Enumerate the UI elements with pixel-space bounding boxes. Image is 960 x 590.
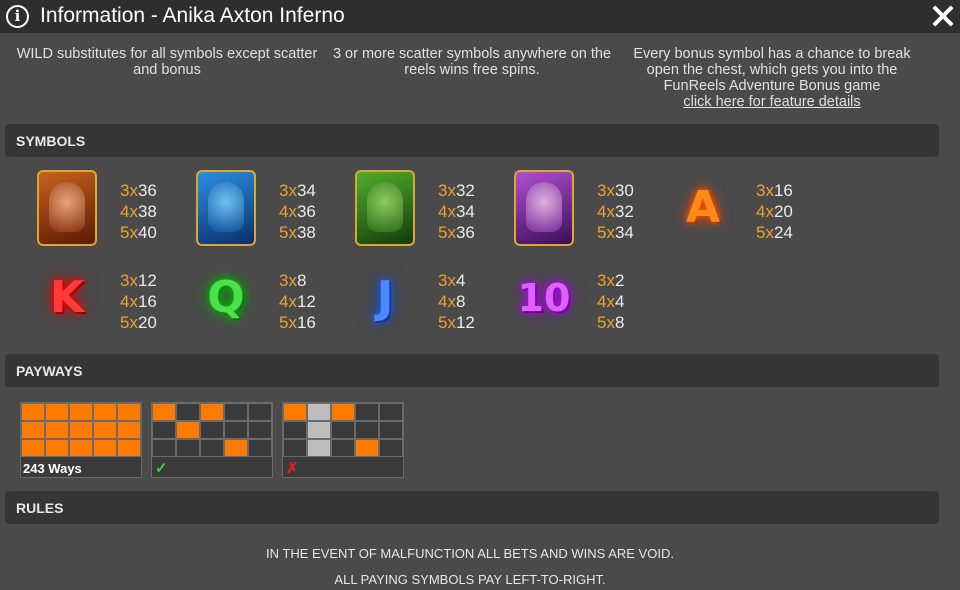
rule-left-to-right: ALL PAYING SYMBOLS PAY LEFT-TO-RIGHT.: [334, 572, 606, 587]
a-symbol: A: [685, 182, 721, 233]
ways-grid-243: 243 Ways: [20, 402, 142, 478]
ten-paytable: 3x2 4x4 5x8: [597, 271, 625, 332]
green-orc-paytable: 3x32 4x34 5x36: [438, 181, 475, 242]
j-paytable: 3x4 4x8 5x12: [438, 271, 475, 332]
a-paytable: 3x16 4x20 5x24: [756, 181, 793, 242]
feature-details-link[interactable]: click here for feature details: [620, 94, 924, 110]
k-symbol: K: [49, 272, 85, 323]
check-icon: ✓: [155, 460, 168, 477]
green-orc-symbol: [355, 170, 415, 246]
anika-portrait-symbol: [37, 170, 97, 246]
purple-sorceress-symbol: [514, 170, 574, 246]
q-symbol: Q: [207, 272, 245, 323]
payways-section-header: PAYWAYS: [5, 354, 939, 387]
j-symbol: J: [376, 272, 394, 323]
title-bar: i Information - Anika Axton Inferno: [0, 0, 960, 33]
symbols-section-header: SYMBOLS: [5, 124, 939, 157]
blue-demon-paytable: 3x34 4x36 5x38: [279, 181, 316, 242]
k-paytable: 3x12 4x16 5x20: [120, 271, 157, 332]
page-title: Information - Anika Axton Inferno: [40, 4, 345, 27]
bonus-description: Every bonus symbol has a chance to break…: [620, 46, 924, 110]
section-title: RULES: [16, 500, 64, 516]
bonus-text: Every bonus symbol has a chance to break…: [633, 46, 911, 94]
rules-section-header: RULES: [5, 491, 939, 524]
invalid-way-example: ✗: [282, 402, 404, 478]
section-title: SYMBOLS: [16, 133, 86, 149]
q-paytable: 3x8 4x12 5x16: [279, 271, 316, 332]
purple-sorceress-paytable: 3x30 4x32 5x34: [597, 181, 634, 242]
cross-icon: ✗: [286, 460, 299, 477]
section-title: PAYWAYS: [16, 363, 83, 379]
rule-malfunction: IN THE EVENT OF MALFUNCTION ALL BETS AND…: [266, 546, 674, 561]
ten-symbol: 10: [517, 276, 571, 320]
ways-label: 243 Ways: [23, 461, 82, 476]
wild-description: WILD substitutes for all symbols except …: [16, 46, 318, 78]
close-icon[interactable]: [930, 3, 956, 29]
info-icon: i: [6, 5, 29, 28]
blue-demon-symbol: [196, 170, 256, 246]
valid-way-example: ✓: [151, 402, 273, 478]
scatter-description: 3 or more scatter symbols anywhere on th…: [332, 46, 612, 78]
anika-paytable: 3x36 4x38 5x40: [120, 181, 157, 242]
